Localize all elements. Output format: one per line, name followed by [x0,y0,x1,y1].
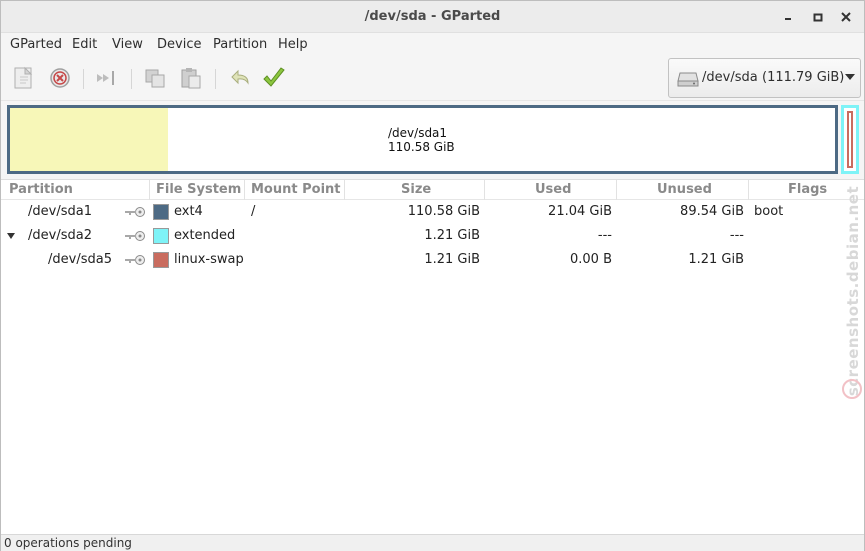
watermark: screenshots.debian.net [843,181,863,401]
menu-edit[interactable]: Edit [72,37,97,52]
menu-partition[interactable]: Partition [213,37,267,52]
mount-point: / [251,204,256,219]
column-size[interactable]: Size [401,182,431,197]
new-partition-button[interactable] [11,65,37,91]
column-separator [344,180,345,200]
filesystem-color-swatch [153,228,169,244]
filesystem-name: ext4 [174,204,203,219]
partition-size: 1.21 GiB [424,252,480,267]
partition-map-swap[interactable] [847,111,853,168]
column-unused[interactable]: Unused [657,182,712,197]
menu-view[interactable]: View [112,37,143,52]
copy-button[interactable] [142,65,168,91]
table-header: Partition File System Mount Point Size U… [1,180,864,200]
apply-check-icon [263,67,285,87]
minimize-icon [785,18,791,20]
column-separator [748,180,749,200]
column-file-system[interactable]: File System [156,182,241,197]
partition-flags: boot [754,204,784,219]
partition-used: 0.00 B [570,252,612,267]
status-text: 0 operations pending [4,536,132,550]
menu-device[interactable]: Device [157,37,201,52]
menu-help[interactable]: Help [278,37,308,52]
table-row[interactable]: /dev/sda5 linux-swap 1.21 GiB 0.00 B 1.2… [1,248,864,272]
maximize-button[interactable] [811,9,825,25]
partition-used: --- [597,228,612,243]
menu-bar: GParted Edit View Device Partition Help [1,33,864,57]
delete-partition-button[interactable] [47,65,73,91]
partition-unused: --- [729,228,744,243]
partition-map-label: /dev/sda1 110.58 GiB [388,126,455,154]
close-button[interactable] [839,9,853,25]
partition-name: /dev/sda5 [48,252,112,267]
debian-logo-icon [842,379,862,399]
toolbar-separator [215,69,216,89]
filesystem-name: linux-swap [174,252,244,267]
close-icon [841,12,851,22]
column-separator [244,180,245,200]
used-space-bar [10,108,168,171]
column-partition[interactable]: Partition [9,182,73,197]
column-mount-point[interactable]: Mount Point [251,182,341,197]
partition-map-extended[interactable] [841,105,859,174]
resize-move-button[interactable] [93,65,119,91]
new-partition-icon [14,66,33,89]
partition-name: /dev/sda1 [28,204,92,219]
column-separator [149,180,150,200]
partition-size: 1.21 GiB [424,228,480,243]
copy-icon [145,69,165,88]
toolbar-separator [83,69,84,89]
gparted-window: /dev/sda - GParted GParted Edit View Dev… [0,0,865,551]
status-bar: 0 operations pending [1,534,864,551]
chevron-down-icon [845,74,855,80]
device-selector[interactable]: /dev/sda (111.79 GiB) [668,58,861,98]
apply-button[interactable] [261,65,287,91]
maximize-icon [813,13,823,22]
partition-used: 21.04 GiB [548,204,612,219]
menu-gparted[interactable]: GParted [10,37,62,52]
harddisk-icon [677,72,699,87]
partition-unused: 1.21 GiB [688,252,744,267]
column-separator [616,180,617,200]
partition-size: 110.58 GiB [407,204,480,219]
toolbar-separator [131,69,132,89]
key-icon [125,207,145,217]
undo-icon [231,69,249,85]
device-name: /dev/sda [702,70,758,85]
table-row[interactable]: /dev/sda2 extended 1.21 GiB --- --- [1,224,864,248]
paste-button[interactable] [178,65,204,91]
partition-map-sda1[interactable]: /dev/sda1 110.58 GiB [7,105,838,174]
minimize-button[interactable] [781,9,795,25]
table-row[interactable]: /dev/sda1 ext4 / 110.58 GiB 21.04 GiB 89… [1,200,864,224]
paste-icon [181,68,201,89]
window-title: /dev/sda - GParted [364,9,501,24]
filesystem-color-swatch [153,252,169,268]
column-flags[interactable]: Flags [788,182,827,197]
filesystem-name: extended [174,228,236,243]
partition-table: Partition File System Mount Point Size U… [1,179,864,534]
key-icon [125,255,145,265]
partition-map-size: 110.58 GiB [388,140,455,154]
watermark-text: screenshots.debian.net [844,185,862,397]
partition-unused: 89.54 GiB [680,204,744,219]
delete-icon [50,68,70,88]
filesystem-color-swatch [153,204,169,220]
expander-icon[interactable] [7,233,15,239]
key-icon [125,231,145,241]
undo-button[interactable] [226,65,252,91]
resize-move-icon [97,71,114,85]
column-separator [484,180,485,200]
partition-name: /dev/sda2 [28,228,92,243]
partition-map-name: /dev/sda1 [388,126,448,140]
title-bar[interactable]: /dev/sda - GParted [1,1,864,33]
toolbar: /dev/sda (111.79 GiB) [1,57,864,101]
device-size: (111.79 GiB) [762,70,845,85]
column-used[interactable]: Used [535,182,571,197]
